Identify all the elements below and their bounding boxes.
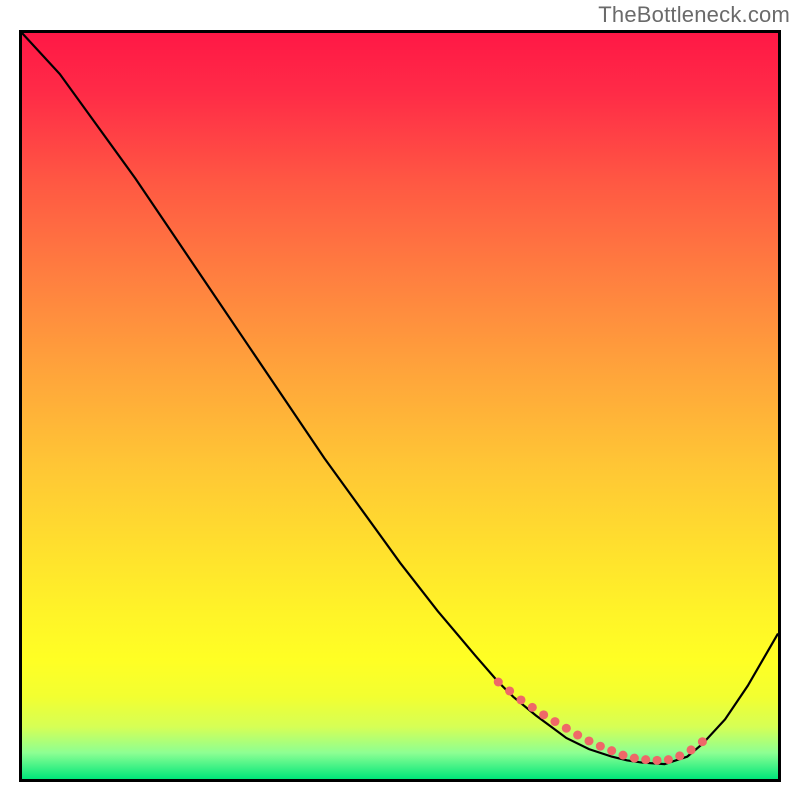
valley-dot <box>630 754 639 763</box>
valley-dot <box>687 745 696 754</box>
valley-dot <box>584 736 593 745</box>
valley-dot <box>505 686 514 695</box>
valley-dot <box>562 724 571 733</box>
watermark-text: TheBottleneck.com <box>598 2 790 28</box>
plot-area <box>19 30 781 782</box>
valley-dot <box>528 703 537 712</box>
chart-frame: TheBottleneck.com <box>0 0 800 800</box>
valley-dot <box>539 710 548 719</box>
plot-svg <box>22 33 778 779</box>
valley-dot <box>494 678 503 687</box>
valley-dot <box>573 731 582 740</box>
valley-dot <box>675 751 684 760</box>
gradient-background <box>22 33 778 779</box>
valley-dot <box>641 755 650 764</box>
valley-dot <box>618 751 627 760</box>
valley-dot <box>698 737 707 746</box>
valley-dot <box>596 742 605 751</box>
valley-dot <box>550 717 559 726</box>
valley-dot <box>653 756 662 765</box>
valley-dot <box>664 755 673 764</box>
valley-dot <box>516 695 525 704</box>
valley-dot <box>607 746 616 755</box>
